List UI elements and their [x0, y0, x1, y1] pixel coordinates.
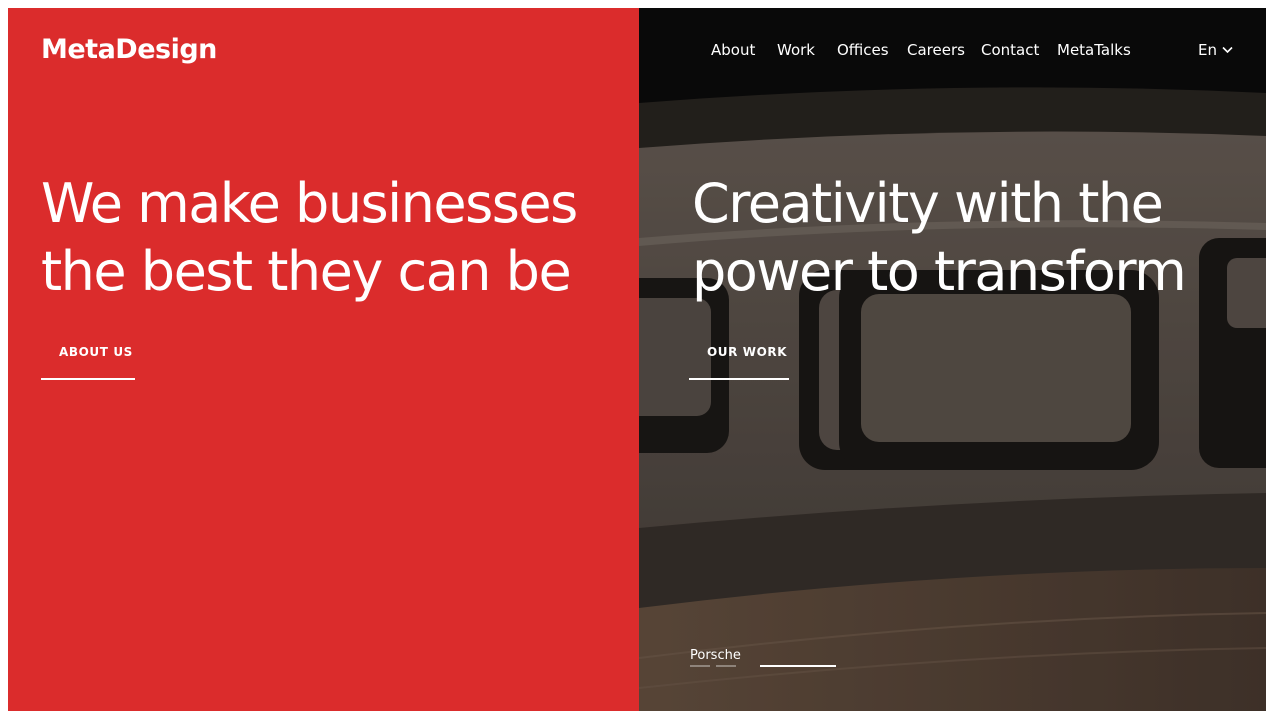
language-selector[interactable]: En: [1198, 41, 1233, 59]
about-headline-line-1: We make businesses: [41, 172, 578, 235]
slide-indicator-3[interactable]: [760, 665, 836, 667]
metadesign-logo[interactable]: MetaDesign: [41, 34, 217, 65]
about-headline-line-2: the best they can be: [41, 240, 572, 303]
language-label: En: [1198, 41, 1217, 59]
nav-item-metatalks[interactable]: MetaTalks: [1057, 41, 1131, 59]
slide-caption: Porsche: [690, 648, 741, 663]
nav-item-work[interactable]: Work: [777, 41, 815, 59]
our-work-button[interactable]: OUR WORK: [689, 341, 789, 380]
work-headline: Creativity with the power to transform: [692, 170, 1187, 306]
about-panel: MetaDesign We make businesses the best t…: [8, 8, 639, 711]
slide-indicator-2[interactable]: [716, 665, 736, 667]
nav-item-offices[interactable]: Offices: [837, 41, 889, 59]
page-frame: MetaDesign We make businesses the best t…: [8, 8, 1266, 711]
about-headline: We make businesses the best they can be: [41, 170, 578, 306]
nav-item-careers[interactable]: Careers: [907, 41, 965, 59]
about-us-button[interactable]: ABOUT US: [41, 341, 135, 380]
chevron-down-icon: [1222, 46, 1233, 54]
slide-indicator-1[interactable]: [690, 665, 710, 667]
nav-item-contact[interactable]: Contact: [981, 41, 1039, 59]
work-headline-line-1: Creativity with the: [692, 172, 1164, 235]
work-panel: Creativity with the power to transform O…: [639, 8, 1266, 711]
work-headline-line-2: power to transform: [692, 240, 1187, 303]
nav-item-about[interactable]: About: [711, 41, 755, 59]
